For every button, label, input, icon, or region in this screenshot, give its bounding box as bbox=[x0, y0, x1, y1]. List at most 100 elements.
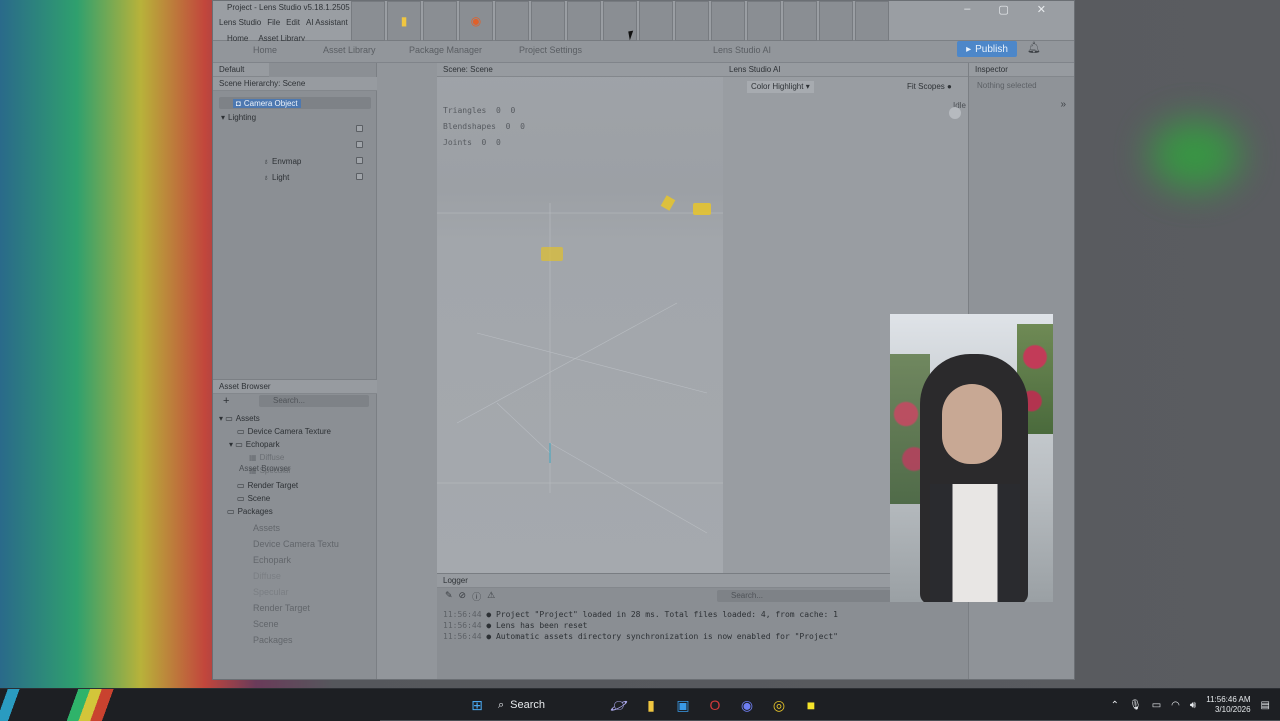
discord-icon[interactable]: ◉ bbox=[736, 694, 758, 716]
asset-item-scene[interactable]: ▭ Scene bbox=[237, 494, 270, 503]
menu-ai-assistant[interactable]: AI Assistant bbox=[306, 18, 348, 27]
publish-button[interactable]: ▸ Publish bbox=[957, 41, 1017, 57]
visibility-checkbox[interactable] bbox=[356, 125, 363, 132]
asset-item-assets[interactable]: ▾ ▭ Assets bbox=[219, 414, 260, 423]
avatar[interactable] bbox=[949, 107, 961, 119]
tree-item-light[interactable]: ♁ Light bbox=[263, 173, 289, 182]
thumbnail[interactable] bbox=[711, 1, 745, 41]
thumbnail[interactable] bbox=[351, 1, 385, 41]
notification-icon[interactable]: ▤ bbox=[1261, 700, 1270, 711]
opera-icon[interactable]: O bbox=[704, 694, 726, 716]
tree-item-camera-object[interactable]: ◘ Camera Object bbox=[233, 99, 301, 108]
wifi-icon[interactable]: ◠ bbox=[1171, 700, 1180, 711]
scene-side-column bbox=[377, 63, 437, 679]
asset-item-label: Assets bbox=[235, 414, 260, 423]
ghost-device-camera-texture: Device Camera Textu bbox=[253, 539, 339, 549]
lens-studio-icon[interactable]: ◉ bbox=[459, 1, 493, 41]
ghost-lens-studio-ai: Lens Studio AI bbox=[713, 45, 772, 55]
stats-value: 0 bbox=[496, 106, 501, 115]
asset-item-packages[interactable]: ▭ Packages bbox=[227, 507, 273, 516]
scene-header: Scene: Scene bbox=[437, 63, 723, 77]
menu-edit[interactable]: Edit bbox=[286, 18, 300, 27]
visibility-checkbox[interactable] bbox=[356, 141, 363, 148]
minimize-icon[interactable]: – bbox=[964, 3, 970, 16]
clear-icon[interactable]: ✎ bbox=[445, 590, 453, 603]
taskbar-search[interactable]: ⌕ Search bbox=[498, 692, 598, 718]
warning-icon[interactable]: ⚠ bbox=[487, 590, 495, 603]
stats-label: Triangles bbox=[443, 106, 487, 115]
volume-icon[interactable]: 🔊︎ bbox=[1190, 700, 1196, 711]
thumbnail[interactable] bbox=[747, 1, 781, 41]
windows-logo-icon[interactable]: ⊞ bbox=[466, 694, 488, 716]
camera-gizmo-icon[interactable] bbox=[693, 203, 711, 215]
log-text: Automatic assets directory synchronizati… bbox=[495, 632, 838, 641]
thumbnail[interactable] bbox=[423, 1, 457, 41]
asset-item-diffuse[interactable]: ▦ Diffuse bbox=[249, 453, 284, 462]
close-icon[interactable]: ✕ bbox=[1037, 3, 1046, 16]
default-tab[interactable]: Default bbox=[213, 63, 269, 77]
stats-label: Blendshapes bbox=[443, 122, 496, 131]
camera-icon: ◘ bbox=[236, 99, 241, 108]
ghost-packages: Packages bbox=[253, 635, 293, 645]
asset-search-input[interactable]: Search... bbox=[259, 395, 369, 407]
ghost-specular: Specular bbox=[253, 587, 289, 597]
chevron-up-icon[interactable]: ⌃ bbox=[1111, 700, 1119, 711]
hierarchy-header: Scene Hierarchy: Scene bbox=[213, 77, 377, 91]
asset-item-render-target[interactable]: ▭ Render Target bbox=[237, 481, 298, 490]
log-line: 11:56:44 ● Automatic assets directory sy… bbox=[443, 632, 838, 641]
camera-gizmo-icon[interactable] bbox=[541, 247, 563, 261]
lens-ai-header: Lens Studio AI bbox=[723, 63, 968, 77]
add-icon[interactable]: + bbox=[223, 395, 229, 407]
snapchat-icon[interactable]: ■ bbox=[800, 694, 822, 716]
fit-scopes-toggle[interactable]: Fit Scopes ● bbox=[907, 82, 952, 91]
color-highlight-dropdown[interactable]: Color Highlight ▾ bbox=[747, 81, 814, 93]
tree-item-label: Light bbox=[272, 173, 290, 182]
asset-item-label: Render Target bbox=[247, 481, 299, 490]
thumbnail[interactable] bbox=[783, 1, 817, 41]
lens-studio-icon[interactable]: ◎ bbox=[768, 694, 790, 716]
clock[interactable]: 11:56:46 AM 3/10/2026 bbox=[1206, 695, 1250, 715]
asset-item-echopark[interactable]: ▾ ▭ Echopark bbox=[229, 440, 280, 449]
visibility-checkbox[interactable] bbox=[356, 157, 363, 164]
log-time: 11:56:44 bbox=[443, 610, 482, 619]
thumbnail[interactable] bbox=[675, 1, 709, 41]
visibility-checkbox[interactable] bbox=[356, 173, 363, 180]
ghost-assets: Assets bbox=[253, 523, 281, 533]
asset-item-device-camera-texture[interactable]: ▭ Device Camera Texture bbox=[237, 427, 331, 436]
log-text: Project "Project" loaded in 28 ms. Total… bbox=[495, 610, 838, 619]
logger-toolbar: ✎ ⊘ ⓘ ⚠ bbox=[445, 590, 495, 603]
thumbnail[interactable] bbox=[819, 1, 853, 41]
menu-file[interactable]: File bbox=[267, 18, 280, 27]
filter-icon[interactable]: ⊘ bbox=[459, 590, 467, 603]
info-icon[interactable]: ⓘ bbox=[472, 590, 481, 603]
thumbnail[interactable] bbox=[639, 1, 673, 41]
person-clothing bbox=[930, 484, 1020, 602]
menu-lens-studio[interactable]: Lens Studio bbox=[219, 18, 261, 27]
store-icon[interactable]: ▣ bbox=[672, 694, 694, 716]
folder-icon[interactable]: ▮ bbox=[387, 1, 421, 41]
display-icon[interactable]: ▭ bbox=[1152, 700, 1161, 711]
stats-extra: 0 bbox=[496, 138, 501, 147]
microphone-icon[interactable]: 🎙︎ bbox=[1129, 700, 1142, 711]
inspector-header: Inspector bbox=[969, 63, 1074, 77]
chevron-down-icon: ▾ bbox=[221, 113, 226, 122]
chevron-right-icon[interactable]: » bbox=[1060, 99, 1066, 110]
bell-icon[interactable]: 🔔︎ bbox=[1027, 41, 1041, 54]
thumbnail[interactable] bbox=[531, 1, 565, 41]
scene-stats: Triangles 0 0 Blendshapes 0 0 Joints 0 0 bbox=[443, 103, 525, 151]
tree-item-envmap[interactable]: ♁ Envmap bbox=[263, 157, 301, 166]
stats-value: 0 bbox=[481, 138, 487, 147]
stats-label: Joints bbox=[443, 138, 472, 147]
maximize-icon[interactable]: ▢ bbox=[998, 3, 1008, 16]
thumbnail[interactable] bbox=[495, 1, 529, 41]
scene-viewport[interactable]: Scene: Scene Triangles 0 0 Blendshapes 0… bbox=[437, 63, 723, 573]
planet-icon[interactable]: 🪐︎ bbox=[608, 694, 630, 716]
log-line: 11:56:44 ● Project "Project" loaded in 2… bbox=[443, 610, 838, 619]
logger-panel: Logger ✎ ⊘ ⓘ ⚠ Search... 11:56:44 ● Proj… bbox=[437, 573, 968, 679]
stats-value: 0 bbox=[505, 122, 511, 131]
folder-icon[interactable]: ▮ bbox=[640, 694, 662, 716]
thumbnail[interactable] bbox=[855, 1, 889, 41]
thumbnail[interactable] bbox=[567, 1, 601, 41]
ghost-diffuse: Diffuse bbox=[253, 571, 281, 581]
tree-item-lighting[interactable]: ▾ Lighting bbox=[221, 113, 256, 122]
